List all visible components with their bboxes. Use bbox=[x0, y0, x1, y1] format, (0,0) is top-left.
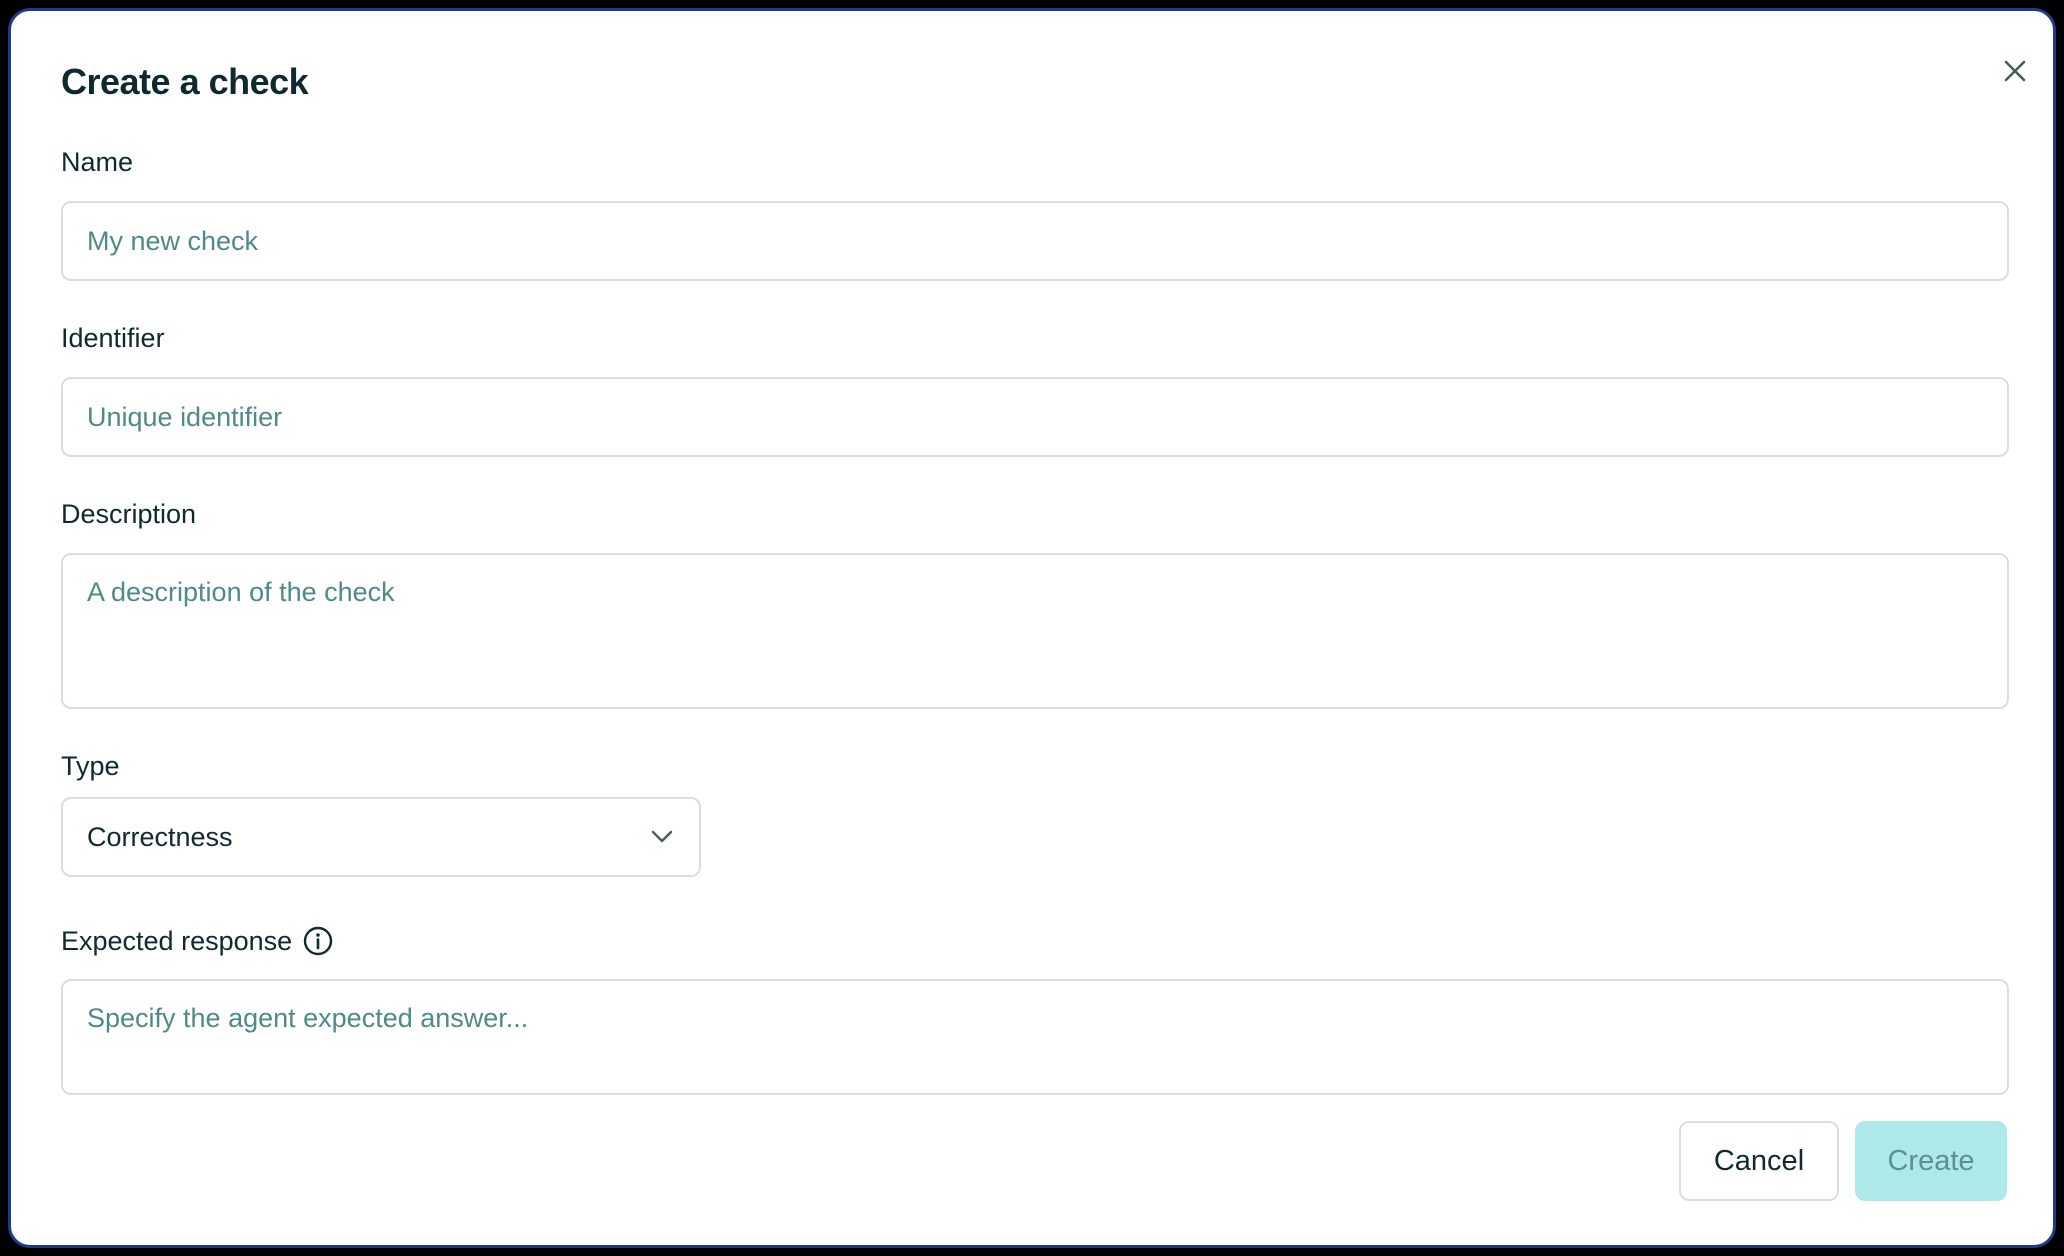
name-input[interactable] bbox=[61, 201, 2009, 281]
type-select[interactable]: Correctness bbox=[61, 797, 701, 877]
type-label: Type bbox=[61, 751, 120, 782]
identifier-label: Identifier bbox=[61, 323, 165, 354]
chevron-down-icon bbox=[651, 830, 673, 843]
name-label: Name bbox=[61, 147, 133, 178]
close-button[interactable] bbox=[1995, 51, 2035, 91]
description-textarea[interactable] bbox=[61, 553, 2009, 709]
create-button[interactable]: Create bbox=[1855, 1121, 2007, 1201]
dialog-title: Create a check bbox=[61, 61, 309, 102]
expected-response-textarea[interactable] bbox=[61, 979, 2009, 1095]
cancel-button[interactable]: Cancel bbox=[1679, 1121, 1839, 1201]
expected-response-label-text: Expected response bbox=[61, 925, 293, 956]
identifier-label-text: Identifier bbox=[61, 323, 165, 353]
screen-background: Create a check Name Identifier Descripti… bbox=[0, 0, 2064, 1256]
type-label-text: Type bbox=[61, 751, 120, 781]
expected-response-label: Expected response bbox=[61, 925, 334, 957]
name-label-text: Name bbox=[61, 147, 134, 177]
create-check-dialog: Create a check Name Identifier Descripti… bbox=[8, 8, 2056, 1248]
description-label: Description bbox=[61, 499, 196, 530]
close-icon bbox=[2004, 60, 2026, 82]
identifier-input[interactable] bbox=[61, 377, 2009, 457]
description-label-text: Description bbox=[61, 499, 197, 529]
type-selected-value: Correctness bbox=[87, 821, 233, 852]
info-icon[interactable] bbox=[302, 925, 334, 957]
